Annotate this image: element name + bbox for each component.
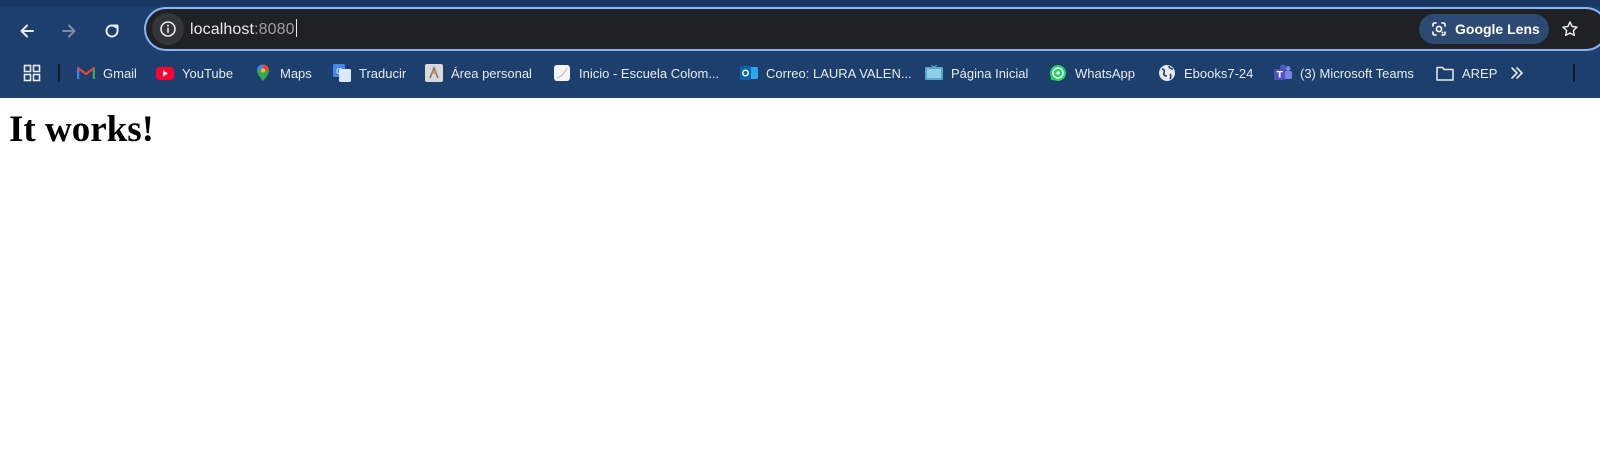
bookmarks-separator-right <box>1573 64 1575 82</box>
bookmark-correo[interactable]: Correo: LAURA VALEN... <box>740 61 912 85</box>
page-icon <box>553 64 571 82</box>
bookmark-label: Ebooks7-24 <box>1184 65 1254 81</box>
browser-chrome: localhost:8080 Google Lens Gmail YouTube… <box>0 0 1600 98</box>
bookmark-label: Traducir <box>359 65 407 81</box>
star-icon <box>1562 21 1578 37</box>
bookmark-label: (3) Microsoft Teams <box>1300 65 1414 81</box>
gmail-icon <box>77 64 95 82</box>
globe-icon <box>1158 64 1176 82</box>
area-personal-icon <box>425 64 443 82</box>
info-icon <box>160 21 176 37</box>
bookmark-gmail[interactable]: Gmail <box>77 61 137 85</box>
folder-icon <box>1436 64 1454 82</box>
url-port: :8080 <box>254 21 295 38</box>
bookmark-label: YouTube <box>182 65 234 81</box>
bookmark-star-button[interactable] <box>1556 15 1584 43</box>
bookmark-label: Área personal <box>451 65 532 81</box>
page-heading: It works! <box>9 109 154 150</box>
svg-text:T: T <box>1277 71 1284 81</box>
lens-icon <box>1432 22 1446 36</box>
address-bar[interactable]: localhost:8080 Google Lens <box>146 9 1600 49</box>
bookmark-label: Correo: LAURA VALEN... <box>766 65 912 81</box>
bookmark-traducir[interactable]: G Traducir <box>333 61 406 85</box>
youtube-icon <box>156 64 174 82</box>
teams-icon: T <box>1274 64 1292 82</box>
tv-icon <box>925 64 943 82</box>
address-input[interactable]: localhost:8080 <box>190 19 297 39</box>
bookmark-pagina-inicial[interactable]: Página Inicial <box>925 61 1028 85</box>
maps-icon <box>254 64 272 82</box>
forward-button[interactable] <box>53 15 85 47</box>
browser-toolbar: localhost:8080 Google Lens <box>0 6 1600 56</box>
site-info-button[interactable] <box>152 13 184 45</box>
svg-text:G: G <box>336 67 342 76</box>
url-host: localhost <box>190 21 255 38</box>
arrow-right-icon <box>62 24 76 38</box>
bookmark-inicio-escuela[interactable]: Inicio - Escuela Colom... <box>553 61 719 85</box>
bookmark-arep-folder[interactable]: AREP <box>1436 61 1497 85</box>
bookmark-microsoft-teams[interactable]: T (3) Microsoft Teams <box>1274 61 1414 85</box>
double-chevron-right-icon <box>1511 67 1523 79</box>
page-content: It works! <box>0 98 1600 462</box>
google-lens-label: Google Lens <box>1455 21 1540 37</box>
google-lens-button[interactable]: Google Lens <box>1419 14 1549 44</box>
bookmark-label: AREP <box>1462 65 1498 81</box>
bookmark-label: Maps <box>280 65 312 81</box>
bookmark-label: WhatsApp <box>1075 65 1135 81</box>
apps-button[interactable] <box>20 61 44 85</box>
reload-icon <box>105 24 119 38</box>
bookmark-label: Inicio - Escuela Colom... <box>579 65 720 81</box>
arrow-left-icon <box>20 24 34 38</box>
text-caret <box>295 19 297 37</box>
translate-icon: G <box>333 64 351 82</box>
outlook-icon <box>740 64 758 82</box>
bookmark-ebooks[interactable]: Ebooks7-24 <box>1158 61 1253 85</box>
back-button[interactable] <box>11 15 43 47</box>
bookmark-area-personal[interactable]: Área personal <box>425 61 532 85</box>
apps-grid-icon <box>23 64 41 82</box>
bookmark-youtube[interactable]: YouTube <box>156 61 233 85</box>
bookmark-maps[interactable]: Maps <box>254 61 312 85</box>
reload-button[interactable] <box>96 15 128 47</box>
whatsapp-icon <box>1049 64 1067 82</box>
more-bookmarks-button[interactable] <box>1505 61 1529 85</box>
bookmark-label: Gmail <box>103 65 137 81</box>
bookmark-label: Página Inicial <box>951 65 1029 81</box>
bookmarks-separator <box>58 64 60 82</box>
bookmarks-bar: Gmail YouTube Maps G Traducir Área perso… <box>0 58 1600 88</box>
bookmark-whatsapp[interactable]: WhatsApp <box>1049 61 1135 85</box>
